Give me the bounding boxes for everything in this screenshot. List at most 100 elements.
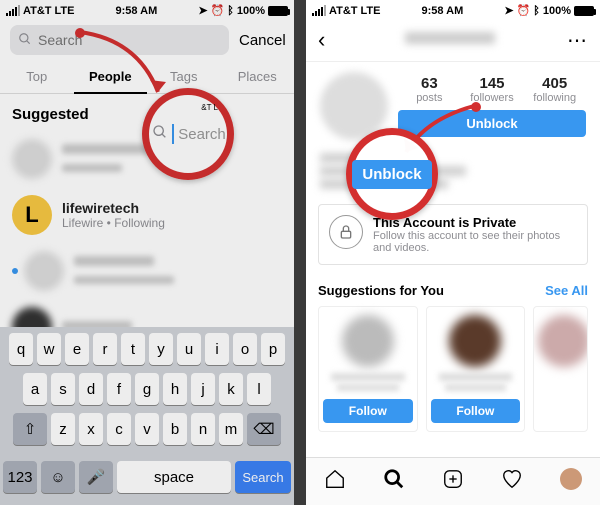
- status-bar: AT&T LTE 9:58 AM ➤ ⏰ ᛒ 100%: [306, 0, 600, 19]
- see-all-button[interactable]: See All: [545, 283, 588, 298]
- follow-button[interactable]: Follow: [323, 399, 413, 423]
- key-d[interactable]: d: [79, 373, 103, 405]
- key-c[interactable]: c: [107, 413, 131, 445]
- alarm-icon: ⏰: [517, 4, 531, 17]
- search-key[interactable]: Search: [235, 461, 291, 493]
- nav-search[interactable]: [365, 458, 424, 505]
- key-j[interactable]: j: [191, 373, 215, 405]
- list-item[interactable]: [0, 131, 294, 187]
- key-i[interactable]: i: [205, 333, 229, 365]
- emoji-key[interactable]: ☺: [41, 461, 75, 493]
- profile-username: [333, 31, 567, 49]
- search-tabs: Top People Tags Places: [0, 61, 294, 94]
- list-item[interactable]: [0, 243, 294, 299]
- carrier: AT&T: [329, 5, 358, 17]
- signal-icon: [312, 5, 326, 16]
- key-f[interactable]: f: [107, 373, 131, 405]
- stat-followers[interactable]: 145followers: [461, 75, 524, 104]
- profile-header: ‹ ⋯: [306, 19, 600, 62]
- key-e[interactable]: e: [65, 333, 89, 365]
- key-row-3: ⇧ zxcvbnm ⌫: [3, 413, 291, 453]
- avatar: L: [12, 195, 52, 235]
- location-icon: ➤: [504, 4, 513, 17]
- key-s[interactable]: s: [51, 373, 75, 405]
- nav-create[interactable]: [424, 458, 483, 505]
- nav-profile[interactable]: [541, 458, 600, 505]
- profile-top: 63posts 145followers 405following Unbloc…: [306, 62, 600, 150]
- bluetooth-icon: ᛒ: [227, 5, 234, 17]
- key-v[interactable]: v: [135, 413, 159, 445]
- suggested-title: Suggested: [0, 94, 294, 131]
- private-title: This Account is Private: [373, 215, 577, 230]
- keyboard: qwertyuiop asdfghjkl ⇧ zxcvbnm ⌫ 123 ☺ 🎤…: [0, 327, 294, 505]
- blurred-sub: [62, 164, 122, 172]
- stat-following[interactable]: 405following: [523, 75, 586, 104]
- key-h[interactable]: h: [163, 373, 187, 405]
- key-l[interactable]: l: [247, 373, 271, 405]
- key-y[interactable]: y: [149, 333, 173, 365]
- avatar: [12, 139, 52, 179]
- suggestion-card[interactable]: [533, 306, 588, 432]
- back-button[interactable]: ‹: [318, 27, 333, 53]
- tab-places[interactable]: Places: [221, 61, 295, 93]
- shift-key[interactable]: ⇧: [13, 413, 47, 445]
- alarm-icon: ⏰: [211, 4, 225, 17]
- carrier: AT&T: [23, 5, 52, 17]
- status-bar: AT&T LTE 9:58 AM ➤ ⏰ ᛒ 100%: [0, 0, 294, 19]
- suggestions-title: Suggestions for You: [318, 283, 444, 298]
- suggestion-card[interactable]: Follow: [318, 306, 418, 432]
- nav-home[interactable]: [306, 458, 365, 505]
- suggestions-strip[interactable]: Follow Follow: [306, 306, 600, 432]
- tab-tags[interactable]: Tags: [147, 61, 221, 93]
- backspace-key[interactable]: ⌫: [247, 413, 281, 445]
- bluetooth-icon: ᛒ: [533, 5, 540, 17]
- key-x[interactable]: x: [79, 413, 103, 445]
- key-m[interactable]: m: [219, 413, 243, 445]
- key-u[interactable]: u: [177, 333, 201, 365]
- list-item[interactable]: L lifewiretech Lifewire • Following: [0, 187, 294, 243]
- blurred-sub: [74, 276, 174, 284]
- lock-icon: [329, 215, 363, 249]
- search-input[interactable]: [10, 25, 229, 55]
- key-g[interactable]: g: [135, 373, 159, 405]
- follow-button[interactable]: Follow: [431, 399, 521, 423]
- annotation-dot: [75, 28, 85, 38]
- cancel-button[interactable]: Cancel: [239, 32, 286, 49]
- key-r[interactable]: r: [93, 333, 117, 365]
- key-o[interactable]: o: [233, 333, 257, 365]
- avatar: [24, 251, 64, 291]
- signal-icon: [6, 5, 20, 16]
- key-z[interactable]: z: [51, 413, 75, 445]
- left-screenshot: AT&T LTE 9:58 AM ➤ ⏰ ᛒ 100% Cancel Top P…: [0, 0, 294, 505]
- key-w[interactable]: w: [37, 333, 61, 365]
- suggestion-card[interactable]: Follow: [426, 306, 526, 432]
- key-row: asdfghjkl: [3, 373, 291, 405]
- private-sub: Follow this account to see their photos …: [373, 230, 577, 254]
- profile-avatar[interactable]: [320, 72, 388, 140]
- key-n[interactable]: n: [191, 413, 215, 445]
- profile-bio: [306, 153, 600, 204]
- search-icon: [18, 32, 32, 51]
- numbers-key[interactable]: 123: [3, 461, 37, 493]
- battery-icon: [268, 6, 288, 16]
- key-p[interactable]: p: [261, 333, 285, 365]
- key-t[interactable]: t: [121, 333, 145, 365]
- key-q[interactable]: q: [9, 333, 33, 365]
- battery-pct: 100%: [237, 5, 265, 17]
- key-k[interactable]: k: [219, 373, 243, 405]
- key-a[interactable]: a: [23, 373, 47, 405]
- more-button[interactable]: ⋯: [567, 28, 588, 53]
- list-item-name: lifewiretech: [62, 200, 165, 216]
- key-b[interactable]: b: [163, 413, 187, 445]
- list-item-sub: Lifewire • Following: [62, 216, 165, 230]
- tab-people[interactable]: People: [74, 61, 148, 94]
- battery-pct: 100%: [543, 5, 571, 17]
- nav-activity[interactable]: [482, 458, 541, 505]
- avatar: [449, 315, 501, 367]
- tab-top[interactable]: Top: [0, 61, 74, 93]
- unblock-button[interactable]: Unblock: [398, 110, 586, 137]
- space-key[interactable]: space: [117, 461, 231, 493]
- new-activity-dot: [12, 268, 18, 274]
- mic-key[interactable]: 🎤: [79, 461, 113, 493]
- stat-posts[interactable]: 63posts: [398, 75, 461, 104]
